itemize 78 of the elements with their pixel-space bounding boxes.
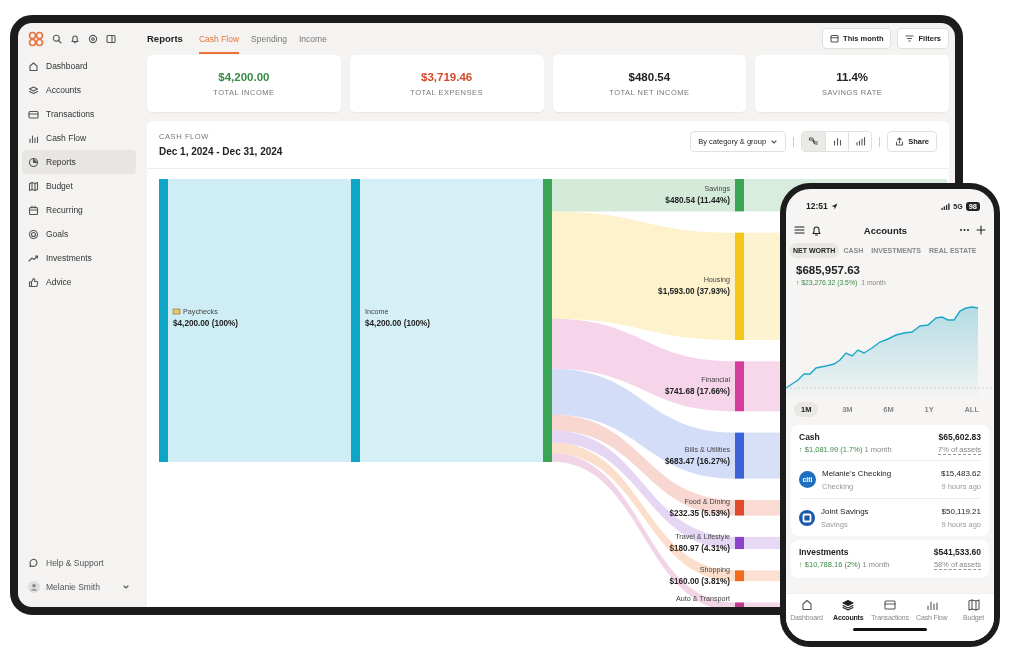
- sidebar-item[interactable]: Advice: [22, 270, 136, 294]
- sankey-view-icon: [808, 136, 820, 147]
- map-icon: [966, 598, 981, 612]
- filter-icon: [905, 34, 915, 43]
- node-amount: $683.47 (16.27%): [664, 456, 730, 466]
- node-amount: $4,200.00 (100%): [365, 318, 431, 328]
- bell-icon[interactable]: [811, 224, 822, 236]
- help-link[interactable]: Help & Support: [22, 551, 136, 575]
- trend-up-icon: [28, 252, 39, 264]
- home-icon: [28, 60, 39, 72]
- page-title: Reports: [147, 33, 183, 44]
- tab[interactable]: Spending: [251, 23, 287, 54]
- node-amount: $1,593.00 (37.93%): [658, 287, 730, 297]
- bank-logo-icon: [799, 509, 815, 526]
- more-icon[interactable]: [959, 228, 970, 232]
- view-toggle[interactable]: [802, 132, 826, 151]
- target-icon: [28, 228, 39, 240]
- sidebar-item[interactable]: Transactions: [22, 102, 136, 126]
- calendar-icon: [28, 204, 39, 216]
- home-icon: [799, 598, 814, 612]
- tab[interactable]: Income: [299, 23, 327, 54]
- settings-icon[interactable]: [88, 33, 98, 44]
- card-value: $4,200.00: [218, 70, 270, 83]
- sidebar-item[interactable]: Budget: [22, 174, 136, 198]
- menu-icon[interactable]: [794, 225, 805, 235]
- signal-icon: [941, 202, 951, 210]
- chevron-down-icon[interactable]: [122, 583, 130, 591]
- sidebar-item[interactable]: Reports: [22, 150, 136, 174]
- node-amount: $180.97 (4.31%): [669, 544, 730, 553]
- bell-icon[interactable]: [70, 33, 80, 44]
- location-arrow-icon: [830, 202, 838, 210]
- group-total: $65,602.83: [938, 432, 981, 442]
- card-value: $480.54: [628, 70, 671, 83]
- card-icon: [28, 108, 39, 120]
- group-title: Cash: [799, 432, 820, 442]
- stacked-bar-icon: [854, 136, 866, 147]
- bar-chart-icon: [28, 132, 39, 144]
- sidebar-item[interactable]: Accounts: [22, 78, 136, 102]
- node-amount: $480.54 (11.44%): [665, 196, 730, 206]
- status-time: 12:51: [806, 201, 828, 211]
- card-value: 11.4%: [836, 70, 869, 83]
- account-name: Melanie's Checking: [822, 468, 893, 478]
- account-name: Joint Savings: [821, 506, 870, 516]
- user-name[interactable]: Melanie Smith: [46, 582, 100, 592]
- node-amount: $232.35 (5.53%): [669, 508, 730, 518]
- card-icon: [883, 598, 897, 612]
- money-icon: [172, 308, 181, 315]
- screen-title: Accounts: [862, 224, 909, 236]
- node-amount: $741.68 (17.66%): [664, 387, 730, 397]
- sidebar-toggle-icon[interactable]: [106, 33, 116, 44]
- sidebar-item[interactable]: Investments: [22, 246, 136, 270]
- view-toggle[interactable]: [848, 132, 872, 151]
- group-title: Investments: [799, 547, 849, 557]
- sidebar-item[interactable]: Cash Flow: [22, 126, 136, 150]
- date-range: Dec 1, 2024 - Dec 31, 2024: [159, 146, 283, 157]
- share-icon: [895, 137, 905, 146]
- thumbs-up-icon: [28, 276, 39, 288]
- bar-chart-icon: [831, 136, 843, 147]
- calendar-icon: [830, 34, 840, 43]
- node-amount: $160.00 (3.81%): [669, 576, 730, 586]
- sidebar-item[interactable]: Dashboard: [22, 54, 136, 78]
- chat-bubble-icon: [28, 557, 39, 569]
- sidebar-item[interactable]: Recurring: [22, 198, 136, 222]
- sidebar-item[interactable]: Goals: [22, 222, 136, 246]
- account-balance: $50,119.21: [941, 506, 981, 516]
- layers-icon: [841, 598, 856, 612]
- account-balance: $15,483.62: [940, 468, 981, 478]
- net-worth-value: $685,957.63: [795, 263, 861, 276]
- search-icon[interactable]: [52, 33, 62, 44]
- map-icon: [28, 180, 39, 192]
- avatar-icon: [28, 581, 40, 593]
- card-value: $3,719.46: [421, 70, 473, 83]
- plus-icon[interactable]: [976, 225, 986, 235]
- group-total: $541,533.60: [933, 547, 981, 557]
- layers-icon: [28, 84, 39, 96]
- pie-chart-icon: [28, 156, 39, 168]
- logo-icon[interactable]: [28, 30, 44, 47]
- node-amount: $4,200.00 (100%): [173, 318, 239, 328]
